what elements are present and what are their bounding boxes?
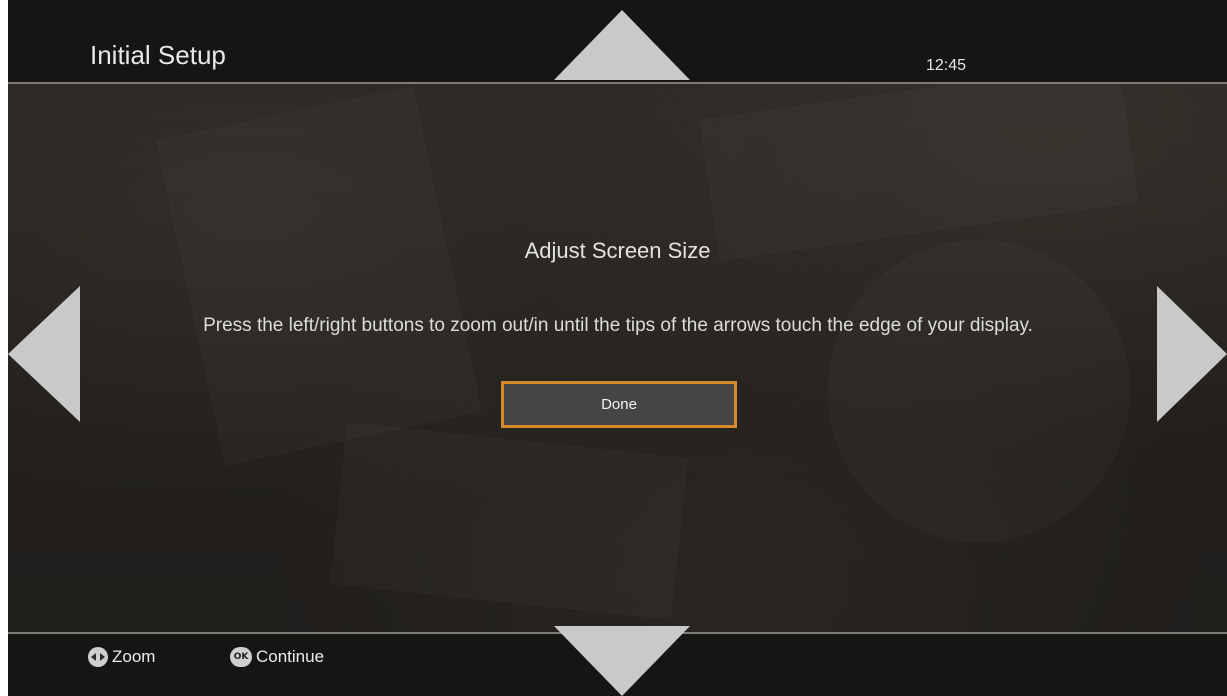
arrow-right-icon (1157, 286, 1227, 422)
done-button[interactable]: Done (501, 381, 737, 428)
footer-zoom-hint: Zoom (88, 647, 155, 667)
arrow-down-icon (554, 626, 690, 696)
arrow-left-icon (8, 286, 80, 422)
page-title: Initial Setup (90, 40, 226, 70)
continue-label: Continue (256, 647, 325, 666)
clock: 12:45 (926, 57, 967, 74)
setup-screen: Initial Setup 12:45 Zoom OK Continue Adj… (8, 0, 1227, 696)
dialog-title: Adjust Screen Size (524, 238, 711, 263)
ok-button-icon: OK (230, 647, 252, 667)
background-shape (828, 240, 1130, 542)
arrow-up-icon (554, 10, 690, 80)
dialog-message: Press the left/right buttons to zoom out… (203, 315, 1033, 336)
left-right-arrows-icon (88, 647, 108, 667)
zoom-label: Zoom (112, 647, 156, 666)
footer-continue-hint: OK Continue (230, 647, 324, 667)
